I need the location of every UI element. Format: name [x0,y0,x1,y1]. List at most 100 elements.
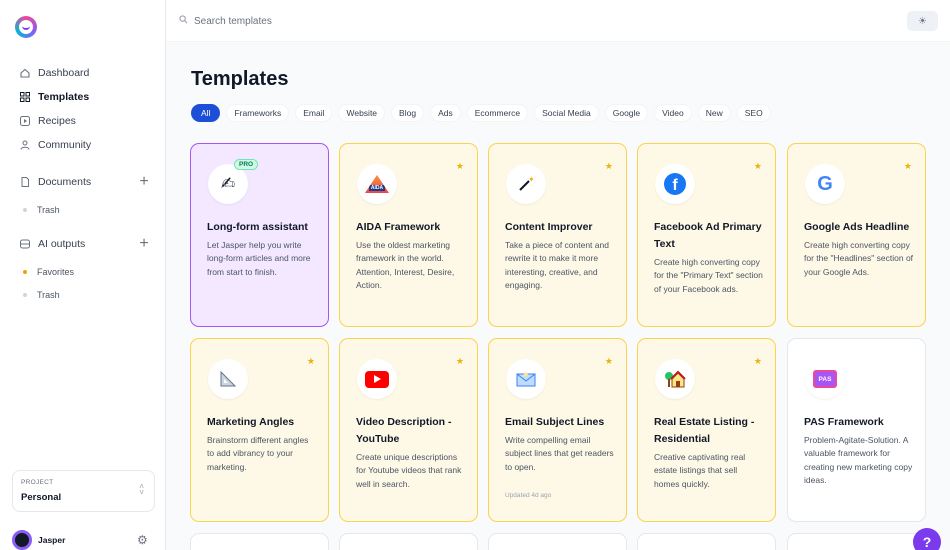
card-description: Write compelling email subject lines tha… [505,435,614,472]
star-icon[interactable]: ★ [456,356,464,367]
filter-video[interactable]: Video [654,104,692,122]
pas-icon: PAS [805,359,845,399]
gear-icon[interactable]: ⚙ [137,533,148,547]
home-icon [20,68,30,78]
recipe-icon [20,116,30,126]
sidebar-item-label: Dashboard [38,67,90,79]
sidebar-item-templates[interactable]: Templates [20,88,89,106]
card-title: Email Subject Lines [505,416,605,428]
filter-ecommerce[interactable]: Ecommerce [466,104,529,122]
card-title: Video Description - YouTube [356,416,452,445]
template-card-facebook-ad-primary-text[interactable]: f ★ Facebook Ad Primary Text Create high… [637,143,776,327]
sidebar-item-label: Trash [37,290,60,300]
template-card-video-description-youtube[interactable]: ★ Video Description - YouTube Create uni… [339,338,478,522]
add-ai-output-button[interactable]: + [137,236,151,252]
pencil-hand-icon: ✍ [208,164,248,204]
card-description: Create unique descriptions for Youtube v… [356,452,462,489]
sidebar-item-ai-outputs-trash[interactable]: Trash [23,288,60,302]
magic-wand-icon: ✦ [506,164,546,204]
template-card-pas-framework[interactable]: PAS PAS Framework Problem-Agitate-Soluti… [787,338,926,522]
youtube-icon [357,359,397,399]
database-icon [20,239,30,249]
google-icon: G [805,164,845,204]
sidebar-item-label: AI outputs [38,238,86,250]
aida-icon: AIDA [357,164,397,204]
project-caption: PROJECT [21,479,54,486]
sun-icon: ☀ [918,15,927,27]
theme-toggle-button[interactable]: ☀ [907,11,938,31]
chevron-up-down-icon: ˄ ˅ [139,482,144,497]
sidebar-item-favorites[interactable]: Favorites [23,265,74,279]
filter-email[interactable]: Email [295,104,333,122]
filter-website[interactable]: Website [338,104,386,122]
updated-timestamp: Updated 4d ago [505,492,552,499]
sidebar-item-label: Recipes [38,115,76,127]
card-description: Use the oldest marketing framework in th… [356,240,455,290]
sidebar-item-documents-trash[interactable]: Trash [23,203,60,217]
template-card-partial[interactable] [339,533,478,550]
filter-blog[interactable]: Blog [391,104,425,122]
filter-new[interactable]: New [697,104,731,122]
card-description: Creative captivating real estate listing… [654,452,746,489]
star-icon[interactable]: ★ [307,356,315,367]
card-title: AIDA Framework [356,221,441,233]
svg-text:✦: ✦ [528,175,535,184]
add-document-button[interactable]: + [137,174,151,190]
facebook-icon: f [655,164,695,204]
star-icon[interactable]: ★ [754,161,762,172]
card-title: Facebook Ad Primary Text [654,221,762,250]
template-card-marketing-angles[interactable]: ★ Marketing Angles Brainstorm different … [190,338,329,522]
house-icon [655,359,695,399]
sidebar-item-documents[interactable]: Documents [20,173,91,191]
grid-icon [20,92,30,102]
sidebar-item-ai-outputs[interactable]: AI outputs [20,235,85,253]
star-icon[interactable]: ★ [605,161,613,172]
bullet-dot [23,270,27,274]
template-card-email-subject-lines[interactable]: ★ Email Subject Lines Write compelling e… [488,338,627,522]
project-selector[interactable]: PROJECT Personal ˄ ˅ [12,470,155,512]
sidebar-item-label: Templates [38,91,90,103]
template-card-real-estate-listing-residential[interactable]: ★ Real Estate Listing - Residential Crea… [637,338,776,522]
search-input[interactable] [194,11,494,31]
document-icon [20,177,30,187]
filter-frameworks[interactable]: Frameworks [226,104,290,122]
template-card-long-form-assistant[interactable]: ✍ PRO Long-form assistant Let Jasper hel… [190,143,329,327]
sidebar-item-recipes[interactable]: Recipes [20,112,76,130]
bullet-dot [23,293,27,297]
star-icon[interactable]: ★ [605,356,613,367]
star-icon[interactable]: ★ [456,161,464,172]
card-title: Content Improver [505,221,593,233]
sidebar-item-community[interactable]: Community [20,136,91,154]
user-menu[interactable]: Jasper [12,530,65,550]
template-card-google-ads-headline[interactable]: G ★ Google Ads Headline Create high conv… [787,143,926,327]
template-card-partial[interactable] [637,533,776,550]
sidebar-item-label: Trash [37,205,60,215]
search-icon [179,15,188,27]
filter-google[interactable]: Google [604,104,649,122]
template-card-partial[interactable] [787,533,926,550]
envelope-icon [506,359,546,399]
template-card-partial[interactable] [190,533,329,550]
filter-social-media[interactable]: Social Media [534,104,599,122]
triangle-ruler-icon [208,359,248,399]
filter-seo[interactable]: SEO [736,104,771,122]
sidebar-item-label: Community [38,139,92,151]
template-card-partial[interactable] [488,533,627,550]
star-icon[interactable]: ★ [754,356,762,367]
filter-all[interactable]: All [191,104,221,122]
template-card-aida-framework[interactable]: AIDA ★ AIDA Framework Use the oldest mar… [339,143,478,327]
help-button[interactable]: ? [913,528,941,550]
filter-ads[interactable]: Ads [430,104,461,122]
jasper-logo[interactable] [15,16,37,38]
bullet-dot [23,208,27,212]
project-value: Personal [21,492,62,503]
template-card-content-improver[interactable]: ✦ ★ Content Improver Take a piece of con… [488,143,627,327]
people-icon [20,140,30,150]
card-description: Problem-Agitate-Solution. A valuable fra… [804,435,913,485]
card-description: Brainstorm different angles to add vibra… [207,435,309,472]
star-icon[interactable]: ★ [904,161,912,172]
avatar [12,530,32,550]
sidebar-item-dashboard[interactable]: Dashboard [20,64,89,82]
card-description: Take a piece of content and rewrite it t… [505,240,609,290]
sidebar-item-label: Favorites [37,267,75,277]
